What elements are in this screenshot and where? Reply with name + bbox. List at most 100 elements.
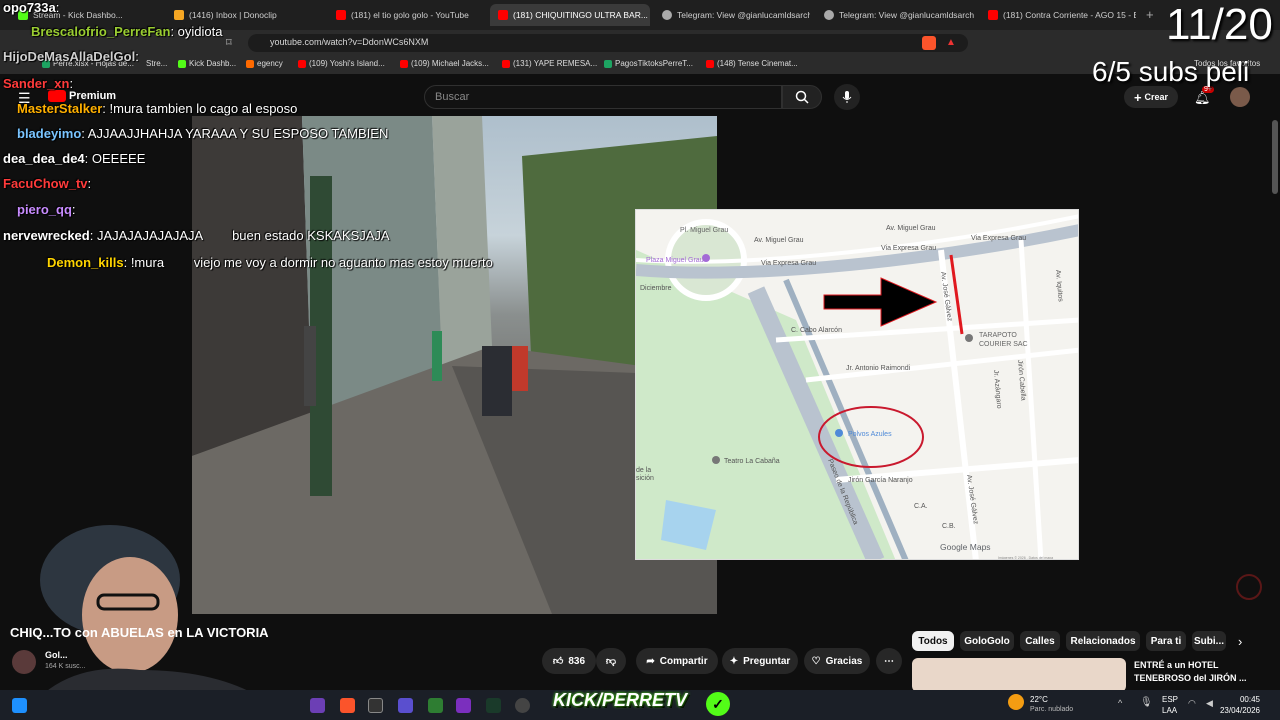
clock-date[interactable]: 23/04/2026 (1214, 706, 1260, 715)
search-input[interactable]: Buscar (424, 85, 782, 109)
share-button[interactable]: ➦ Compartir (636, 648, 718, 674)
bookmark-pagos[interactable]: PagosTiktoksPerreT... (604, 59, 693, 68)
wifi-icon[interactable]: ◠ (1188, 698, 1196, 709)
channel-avatar[interactable] (12, 650, 36, 674)
app-icon[interactable] (428, 698, 443, 713)
weather-icon (1008, 694, 1024, 710)
youtube-icon (336, 10, 346, 20)
more-actions-button[interactable]: ⋯ (876, 648, 902, 674)
subs-goal: 6/5 subs peli (1092, 56, 1250, 87)
app-icon[interactable] (368, 698, 383, 713)
map-label-plaza-grau: Plaza Miguel Grau (646, 257, 704, 264)
youtube-icon (498, 10, 508, 20)
map-label-teatro: Teatro La Cabaña (724, 458, 780, 465)
channel-watermark-icon[interactable] (1236, 574, 1262, 600)
chip-todos[interactable]: Todos (912, 631, 954, 651)
tab-youtube-contra[interactable]: (181) Contra Corriente - AGO 15 - E... (980, 4, 1136, 26)
map-label-sicion: sición (636, 475, 654, 482)
bookmarks-bar: Perre.xlsx - Hojas de... Stre... Kick Da… (0, 56, 1280, 74)
app-icon[interactable] (456, 698, 471, 713)
start-icon[interactable] (12, 698, 27, 713)
tab-youtube-golo[interactable]: (181) el tio golo golo - YouTube (328, 4, 486, 26)
chat-message: Sander_xn: (3, 76, 74, 91)
map-label-polvos-azules: Polvos Azules (848, 431, 892, 438)
bookmark-michael[interactable]: (109) Michael Jacks... (400, 59, 489, 68)
create-button[interactable]: + Crear (1124, 86, 1178, 108)
recommended-title-line-2[interactable]: TENEBROSO del JIRÓN ... (1134, 673, 1247, 683)
clock-time[interactable]: 00:45 (1220, 695, 1260, 704)
bookmark-yape[interactable]: (131) YAPE REMESA... (502, 59, 597, 68)
search-button[interactable] (782, 85, 822, 109)
chip-subidos[interactable]: Subi... (1192, 631, 1226, 651)
url-field[interactable]: youtube.com/watch?v=DdonWCs6NXM (248, 34, 968, 52)
page-scrollbar[interactable] (1272, 120, 1278, 194)
youtube-icon (706, 59, 714, 68)
app-icon[interactable] (310, 698, 325, 713)
chat-message: bladeyimo: AJJAAJJHAHJA YARAAA Y SU ESPO… (17, 126, 389, 141)
bookmark-kick-dashboard[interactable]: Kick Dashb... (178, 59, 236, 68)
tab-donoclip[interactable]: (1416) Inbox | Donoclip (166, 4, 324, 26)
avatar[interactable] (1230, 87, 1250, 107)
heart-dollar-icon: ♡ (811, 655, 821, 667)
brave-shield-icon[interactable] (922, 36, 936, 50)
channel-name[interactable]: Gol... (45, 650, 68, 660)
tray-chevron-icon[interactable]: ^ (1118, 698, 1122, 708)
chip-gologolo[interactable]: GoloGolo (960, 631, 1014, 651)
chip-relacionados[interactable]: Relacionados (1066, 631, 1140, 651)
bookmark-egency[interactable]: egency (246, 59, 283, 68)
chat-username: Demon_kills (47, 255, 124, 270)
chat-extra-text: viejo me voy a dormir no aguanto mas est… (193, 255, 493, 270)
volume-icon[interactable]: ◀ (1206, 698, 1213, 709)
thanks-button[interactable]: ♡ Gracias (804, 648, 870, 674)
bookmark-tense[interactable]: (148) Tense Cinemat... (706, 59, 798, 68)
chip-calles[interactable]: Calles (1020, 631, 1060, 651)
recommended-title-line-1[interactable]: ENTRÉ a un HOTEL (1134, 660, 1219, 670)
keyboard-layout[interactable]: ESP (1162, 695, 1178, 704)
microphone-tray-icon[interactable]: 🎙︎ (1140, 697, 1153, 708)
chat-username: Sander_xn (3, 76, 70, 91)
tab-telegram-1[interactable]: Telegram: View @gianlucamldsarchi... (654, 4, 810, 26)
thumbs-up-icon: 👍︎ (552, 656, 564, 667)
chat-username: HijoDeMasAllaDelGol (3, 49, 136, 64)
ask-button[interactable]: ✦ Preguntar (722, 648, 798, 674)
youtube-icon (298, 59, 306, 68)
bookmark-yoshi[interactable]: (109) Yoshi's Island... (298, 59, 385, 68)
bookmark-stream[interactable]: Stre... (146, 59, 167, 68)
chevron-right-icon[interactable]: › (1238, 634, 1242, 649)
stream-counter: 11/20 (1166, 0, 1273, 49)
obs-icon[interactable] (515, 698, 530, 713)
youtube-icon (988, 10, 998, 20)
bookmark-icon[interactable]: ⌑ (226, 36, 232, 49)
plus-icon: + (1133, 89, 1142, 105)
chat-username: Brescalofrio_PerreFan (31, 24, 171, 39)
new-tab-icon[interactable]: + (1146, 7, 1154, 22)
search-icon (795, 90, 809, 104)
brave-icon[interactable] (340, 698, 355, 713)
map-label-raimondi: Jr. Antonio Raimondi (846, 365, 911, 372)
thumbs-down-icon: 👎︎ (605, 656, 617, 667)
grid-icon[interactable] (398, 698, 413, 713)
chat-message: dea_dea_de4: OEEEEE (3, 151, 146, 166)
youtube-icon (502, 59, 510, 68)
kick-icon (178, 59, 186, 68)
chip-para-ti[interactable]: Para ti (1146, 631, 1186, 651)
voice-search-button[interactable] (834, 84, 860, 110)
tab-telegram-2[interactable]: Telegram: View @gianlucamldsarchi... (816, 4, 974, 26)
map-overlay: Plaza Miguel Grau Pl. Miguel Grau Av. Mi… (635, 209, 1079, 560)
sparkle-icon: ✦ (729, 655, 739, 667)
map-label-diciembre: Diciembre (640, 285, 672, 292)
chat-message: nervewrecked: JAJAJAJAJAJAJA buen estado… (3, 228, 390, 243)
microphone-icon (842, 91, 852, 103)
dislike-button[interactable]: 👎︎ (596, 648, 626, 674)
keyboard-variant[interactable]: LAA (1162, 706, 1177, 715)
tab-youtube-active[interactable]: (181) CHIQUITINGO ULTRA BAR...✕ (490, 4, 650, 26)
map-label-tarapoto: TARAPOTO (979, 332, 1017, 339)
weather-text: Parc. nublado (1030, 706, 1074, 713)
rewards-icon[interactable]: ▲ (946, 37, 956, 48)
terminal-icon[interactable] (486, 698, 501, 713)
like-button[interactable]: 👍︎ 836 (542, 648, 596, 674)
recommended-thumbnail[interactable] (912, 658, 1126, 692)
subscriber-count: 164 K susc... (45, 663, 86, 670)
check-icon: ✓ (706, 692, 730, 716)
chat-message: piero_qq: (17, 202, 76, 217)
